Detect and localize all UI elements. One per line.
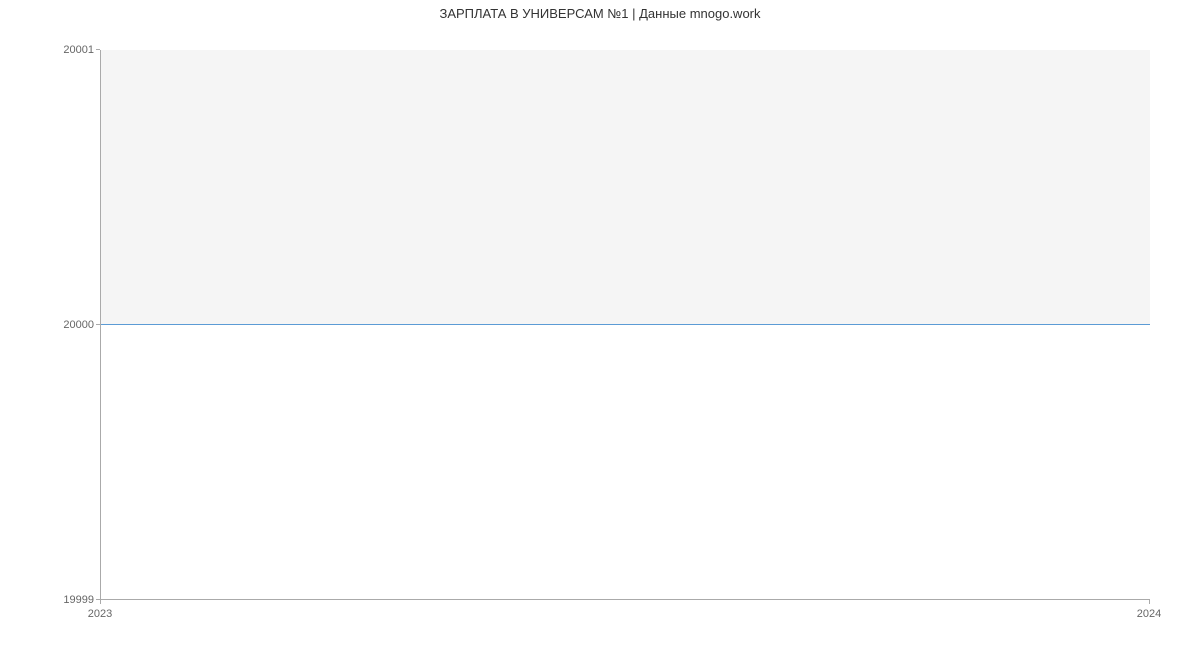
plot-lower-mask [101,325,1150,599]
y-axis-label: 20000 [63,319,94,331]
chart-title: ЗАРПЛАТА В УНИВЕРСАМ №1 | Данные mnogo.w… [0,6,1200,21]
x-tick [100,600,101,604]
y-axis-label: 20001 [63,44,94,56]
x-axis-label: 2024 [1137,608,1161,620]
plot-area [100,50,1150,600]
chart-container: ЗАРПЛАТА В УНИВЕРСАМ №1 | Данные mnogo.w… [0,0,1200,650]
x-tick [1149,600,1150,604]
x-axis-label: 2023 [88,608,112,620]
data-line [101,324,1150,325]
y-axis-label: 19999 [63,594,94,606]
